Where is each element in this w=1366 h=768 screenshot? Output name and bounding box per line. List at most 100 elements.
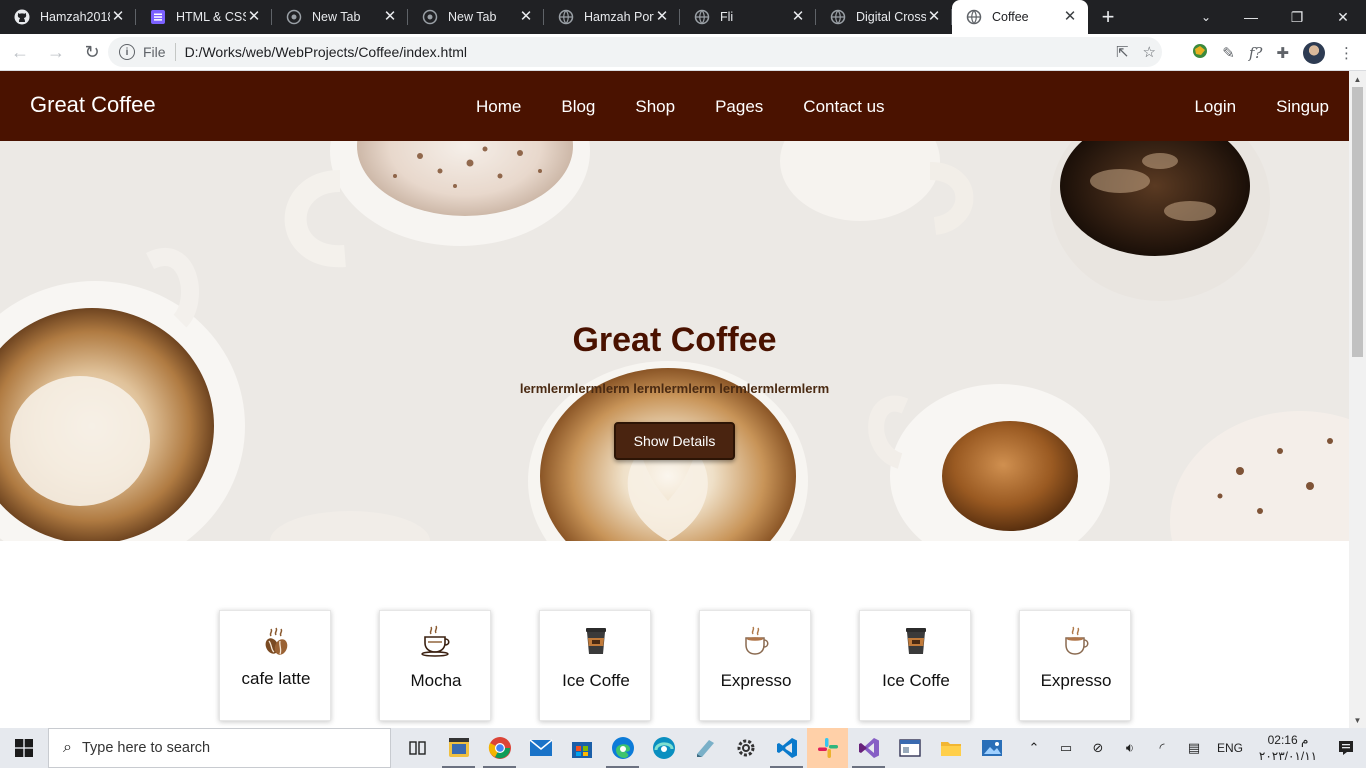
browser-toolbar: ← → ↻ i File D:/Works/web/WebProjects/Co… <box>0 34 1366 71</box>
avatar[interactable] <box>1303 41 1325 64</box>
chrome-icon[interactable] <box>479 728 520 768</box>
close-icon[interactable]: ✕ <box>790 9 806 25</box>
nav-link-home[interactable]: Home <box>476 97 521 117</box>
globe-icon <box>966 9 982 25</box>
tab-title: Hamzah2018/ <box>40 10 110 24</box>
browser-tab[interactable]: Hamzah Portf ✕ <box>544 0 680 34</box>
windows-start-icon[interactable] <box>0 728 48 768</box>
product-card[interactable]: Expresso <box>1019 610 1131 721</box>
close-icon[interactable]: ✕ <box>654 9 670 25</box>
slack-icon[interactable] <box>807 728 848 768</box>
signup-link[interactable]: Singup <box>1276 97 1329 117</box>
browser-tab[interactable]: HTML & CSS ✕ <box>136 0 272 34</box>
edge-dev-icon[interactable] <box>643 728 684 768</box>
vscode-icon[interactable] <box>766 728 807 768</box>
puzzle-icon[interactable]: ✚ <box>1276 44 1289 62</box>
close-icon[interactable]: ✕ <box>382 9 398 25</box>
wifi-icon[interactable]: ◜ <box>1146 728 1178 768</box>
product-card[interactable]: Mocha <box>379 610 491 721</box>
extension-globe-icon[interactable] <box>1192 43 1208 63</box>
coffee-beans-icon <box>260 625 292 657</box>
clock[interactable]: 02:16 م ٢٠٢٣/٠١/١١ <box>1250 732 1326 764</box>
browser-tab-active[interactable]: Coffee ✕ <box>952 0 1088 34</box>
language-indicator[interactable]: ENG <box>1210 728 1250 768</box>
scroll-up-arrow-icon[interactable]: ▲ <box>1349 71 1366 87</box>
address-bar[interactable]: i File D:/Works/web/WebProjects/Coffee/i… <box>108 37 1162 67</box>
close-icon[interactable]: ✕ <box>518 9 534 25</box>
coffee-cup-icon <box>420 625 452 657</box>
chevron-down-icon[interactable]: ⌄ <box>1196 0 1216 34</box>
scrollbar-thumb[interactable] <box>1352 87 1363 357</box>
visual-studio-icon[interactable] <box>848 728 889 768</box>
task-view-icon[interactable] <box>397 728 438 768</box>
nav-link-blog[interactable]: Blog <box>561 97 595 117</box>
site-brand[interactable]: Great Coffee <box>30 92 156 118</box>
network-blocked-icon[interactable]: ⊘ <box>1082 728 1114 768</box>
browser-tab[interactable]: New Tab ✕ <box>272 0 408 34</box>
close-icon[interactable]: ✕ <box>110 9 126 25</box>
file-explorer-icon[interactable] <box>930 728 971 768</box>
notes-app-icon[interactable] <box>684 728 725 768</box>
show-details-button[interactable]: Show Details <box>614 422 735 460</box>
window-app-icon[interactable] <box>889 728 930 768</box>
product-card[interactable]: Ice Coffe <box>859 610 971 721</box>
info-icon[interactable]: i <box>119 44 135 60</box>
browser-tab[interactable]: Fli ✕ <box>680 0 816 34</box>
url-text[interactable]: D:/Works/web/WebProjects/Coffee/index.ht… <box>185 44 467 60</box>
scroll-down-arrow-icon[interactable]: ▼ <box>1349 712 1366 728</box>
browser-tab[interactable]: Digital Cross ✕ <box>816 0 952 34</box>
volume-icon[interactable]: 🔉︎ <box>1114 728 1146 768</box>
product-cards: cafe latte Mocha Ice Coffe Expresso Ice … <box>219 610 1131 721</box>
maximize-button[interactable]: ❐ <box>1274 0 1320 34</box>
github-icon <box>14 9 30 25</box>
share-icon[interactable]: ⇱ <box>1116 43 1129 61</box>
notification-icon[interactable] <box>1326 728 1366 768</box>
mail-icon[interactable] <box>520 728 561 768</box>
tab-title: Coffee <box>992 10 1029 24</box>
window-controls: — ❐ ✕ <box>1228 0 1366 34</box>
tab-title: Hamzah Portf <box>584 10 654 24</box>
photos-icon[interactable] <box>971 728 1012 768</box>
star-icon[interactable]: ☆ <box>1143 43 1156 61</box>
close-window-button[interactable]: ✕ <box>1320 0 1366 34</box>
video-editor-icon[interactable] <box>438 728 479 768</box>
product-label: Ice Coffe <box>562 671 630 690</box>
product-label: Expresso <box>720 671 792 690</box>
takeaway-cup-icon <box>900 625 932 657</box>
browser-tab[interactable]: New Tab ✕ <box>408 0 544 34</box>
product-card[interactable]: Expresso <box>699 610 811 721</box>
page-scrollbar[interactable]: ▲ ▼ <box>1349 71 1366 728</box>
reload-button[interactable]: ↻ <box>76 36 108 68</box>
store-icon[interactable] <box>561 728 602 768</box>
battery-icon[interactable]: ▭ <box>1050 728 1082 768</box>
hero-subtitle: lermlermlermlerm lermlermlerm lermlermle… <box>519 381 830 396</box>
close-icon[interactable]: ✕ <box>246 9 262 25</box>
back-button[interactable]: ← <box>4 36 36 68</box>
product-card[interactable]: Ice Coffe <box>539 610 651 721</box>
login-link[interactable]: Login <box>1194 97 1236 117</box>
close-icon[interactable]: ✕ <box>926 9 942 25</box>
close-icon[interactable]: ✕ <box>1062 9 1078 25</box>
new-tab-button[interactable]: + <box>1088 0 1128 34</box>
keyboard-icon[interactable]: ▤ <box>1178 728 1210 768</box>
minimize-button[interactable]: — <box>1228 0 1274 34</box>
chevron-up-icon[interactable]: ⌃ <box>1018 728 1050 768</box>
nav-link-pages[interactable]: Pages <box>715 97 763 117</box>
browser-tab[interactable]: Hamzah2018/ ✕ <box>0 0 136 34</box>
eyedropper-icon[interactable]: ✎ <box>1222 44 1235 62</box>
more-menu-icon[interactable]: ⋮ <box>1339 44 1354 62</box>
page-viewport: Great Coffee Home Blog Shop Pages Contac… <box>0 71 1349 728</box>
nav-link-contact[interactable]: Contact us <box>803 97 884 117</box>
product-card[interactable]: cafe latte <box>219 610 331 721</box>
taskbar-search-input[interactable]: ⌕ Type here to search <box>48 728 391 768</box>
product-label: Ice Coffe <box>882 671 950 690</box>
globe-icon <box>422 9 438 25</box>
edge-icon[interactable] <box>602 728 643 768</box>
forward-button[interactable]: → <box>40 36 72 68</box>
taskbar-apps <box>397 728 1012 768</box>
font-icon[interactable]: f? <box>1249 44 1263 62</box>
settings-gear-icon[interactable] <box>725 728 766 768</box>
nav-link-shop[interactable]: Shop <box>635 97 675 117</box>
clock-date: ٢٠٢٣/٠١/١١ <box>1258 749 1318 763</box>
tab-title: New Tab <box>448 10 497 24</box>
